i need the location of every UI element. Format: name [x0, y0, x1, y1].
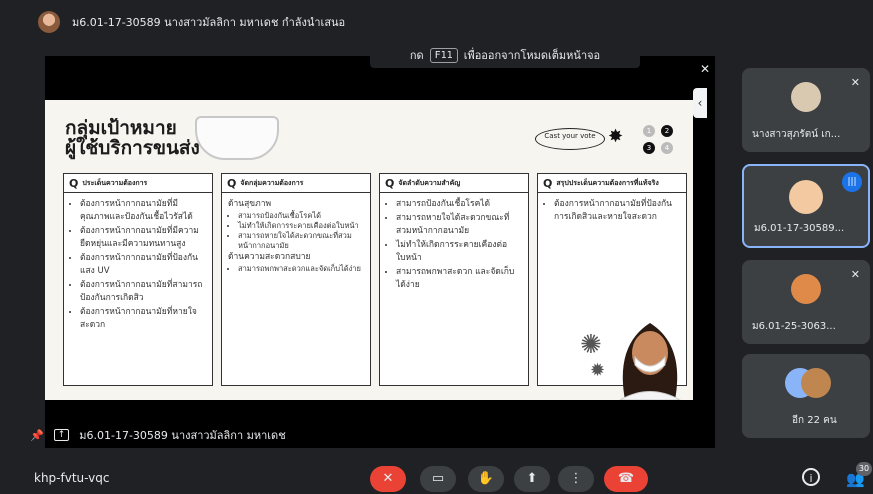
- avatar: [38, 11, 60, 33]
- participant-name: ม6.01-25-3063...: [752, 321, 836, 332]
- column-header: Q สรุปประเด็นความต้องการที่แท้จริง: [538, 174, 686, 193]
- column-groups: Qจัดกลุ่มความต้องการ ด้านสุขภาพ สามารถป้…: [221, 173, 371, 386]
- list-item: ไม่ทำให้เกิดการระคายเคืองต่อใบหน้า: [238, 221, 364, 231]
- list-item: สามารถป้องกันเชื้อโรคได้: [238, 211, 364, 221]
- control-bar: khp-fvtu-vqc ✕ ▭ ✋ ⬆ ⋮ ☎ i 👥 30: [0, 462, 873, 494]
- dot-4: 4: [661, 142, 673, 154]
- list-item: สามารถป้องกันเชื้อโรคได้: [396, 198, 522, 211]
- presenter-banner: ม6.01-17-30589 นางสาวมัลลิกา มหาเดช กำลั…: [0, 0, 873, 40]
- info-icon[interactable]: i: [802, 468, 820, 486]
- end-call-button[interactable]: ☎: [604, 466, 648, 492]
- list-item: ต้องการหน้ากากอนามัยที่หายใจสะดวก: [80, 306, 206, 332]
- virus-icon: ✹: [590, 360, 606, 381]
- present-icon[interactable]: ↑: [53, 429, 70, 441]
- list-item: สามารถหายใจได้สะดวกขณะที่สวมหน้ากากอนามั…: [396, 212, 522, 238]
- camera-button[interactable]: ▭: [420, 466, 456, 492]
- column-header: Q ประเด็นความต้องการ: [64, 174, 212, 193]
- f11-key: F11: [429, 47, 458, 63]
- mic-off-icon: ✕: [700, 62, 711, 76]
- raise-hand-button[interactable]: ✋: [468, 466, 504, 492]
- participant-name: ม6.01-17-30589...: [754, 223, 845, 234]
- list-item: ไม่ทำให้เกิดการระคายเคืองต่อใบหน้า: [396, 239, 522, 265]
- list-item: ต้องการหน้ากากอนามัยที่สามารถป้องกันการเ…: [80, 279, 206, 305]
- presenter-banner-text: ม6.01-17-30589 นางสาวมัลลิกา มหาเดช กำลั…: [72, 16, 346, 29]
- fullscreen-hint-prefix: กด: [409, 49, 424, 62]
- meeting-code: khp-fvtu-vqc: [34, 471, 110, 485]
- list-item: ต้องการหน้ากากอนามัยที่มีคุณภาพและป้องกั…: [80, 198, 206, 224]
- mask-illustration: [195, 116, 279, 160]
- avatar: [791, 82, 821, 112]
- avatar: [791, 274, 821, 304]
- group-label: ด้านความสะดวกสบาย: [228, 252, 311, 262]
- participant-tile-active[interactable]: ||| ม6.01-17-30589...: [742, 164, 870, 248]
- fullscreen-hint: กด F11 เพื่อออกจากโหมดเต็มหน้าจอ: [370, 42, 640, 68]
- dot-2: 2: [661, 125, 673, 137]
- more-options-button[interactable]: ⋮: [558, 466, 594, 492]
- search-icon: Q: [227, 176, 237, 190]
- dot-3: 3: [643, 142, 655, 154]
- slide-title-line2: ผู้ใช้บริการขนส่ง: [65, 137, 200, 159]
- fullscreen-hint-suffix: เพื่อออกจากโหมดเต็มหน้าจอ: [463, 49, 601, 62]
- participant-name: นางสาวสุภรัตน์ เก...: [752, 129, 841, 140]
- search-icon: Q: [543, 176, 553, 190]
- others-tile[interactable]: อีก 22 คน: [742, 354, 870, 438]
- present-button[interactable]: ⬆: [514, 466, 550, 492]
- list-item: สามารถพกพาสะดวกและจัดเก็บได้ง่าย: [238, 264, 364, 274]
- search-icon: Q: [69, 176, 79, 190]
- participant-tile[interactable]: ✕ นางสาวสุภรัตน์ เก...: [742, 68, 870, 152]
- pin-bar: 📌 ↑ ม6.01-17-30589 นางสาวมัลลิกา มหาเดช: [30, 425, 286, 445]
- group-label: ด้านสุขภาพ: [228, 199, 272, 209]
- star-icon: ✸: [608, 126, 624, 147]
- slide-title: กลุ่มเป้าหมาย ผู้ใช้บริการขนส่ง: [65, 118, 200, 158]
- cast-vote-bubble: Cast your vote: [535, 128, 605, 150]
- search-icon: Q: [385, 176, 395, 190]
- column-needs: Qประเด็นความต้องการ ต้องการหน้ากากอนามัย…: [63, 173, 213, 386]
- virus-icon: ✺: [580, 330, 602, 360]
- column-priority: Qจัดลำดับความสำคัญ สามารถป้องกันเชื้อโรค…: [379, 173, 529, 386]
- list-item: สามารถหายใจได้สะดวกขณะที่สวมหน้ากากอนามั…: [238, 231, 364, 251]
- shared-slide: กลุ่มเป้าหมาย ผู้ใช้บริการขนส่ง Cast you…: [45, 100, 693, 400]
- participant-count-badge: 30: [856, 462, 872, 476]
- list-item: ต้องการหน้ากากอนามัยที่ป้องกันแสง UV: [80, 252, 206, 278]
- participant-tile[interactable]: ✕ ม6.01-25-3063...: [742, 260, 870, 344]
- list-item: ต้องการหน้ากากอนามัยที่ป้องกันการเกิดสิว…: [554, 198, 680, 224]
- woman-mask-illustration: [618, 323, 682, 400]
- pinned-presenter-label: ม6.01-17-30589 นางสาวมัลลิกา มหาเดช: [79, 429, 286, 442]
- column-header: Q จัดลำดับความสำคัญ: [380, 174, 528, 193]
- avatar: [801, 368, 832, 398]
- list-item: ต้องการหน้ากากอนามัยที่มีความยืดหยุ่นและ…: [80, 225, 206, 251]
- mic-off-icon: ✕: [850, 76, 860, 89]
- mic-off-icon: ✕: [850, 268, 860, 281]
- mic-off-button[interactable]: ✕: [370, 466, 406, 492]
- others-count: อีก 22 คน: [792, 415, 837, 426]
- avatar: [789, 180, 823, 214]
- collapse-panel-button[interactable]: ‹: [693, 88, 707, 118]
- column-header: Q จัดกลุ่มความต้องการ: [222, 174, 370, 193]
- list-item: สามารถพกพาสะดวก และจัดเก็บได้ง่าย: [396, 266, 522, 292]
- pin-icon[interactable]: 📌: [30, 429, 44, 442]
- dot-1: 1: [643, 125, 655, 137]
- slide-title-line1: กลุ่มเป้าหมาย: [65, 117, 177, 139]
- speaking-indicator-icon: |||: [842, 172, 862, 192]
